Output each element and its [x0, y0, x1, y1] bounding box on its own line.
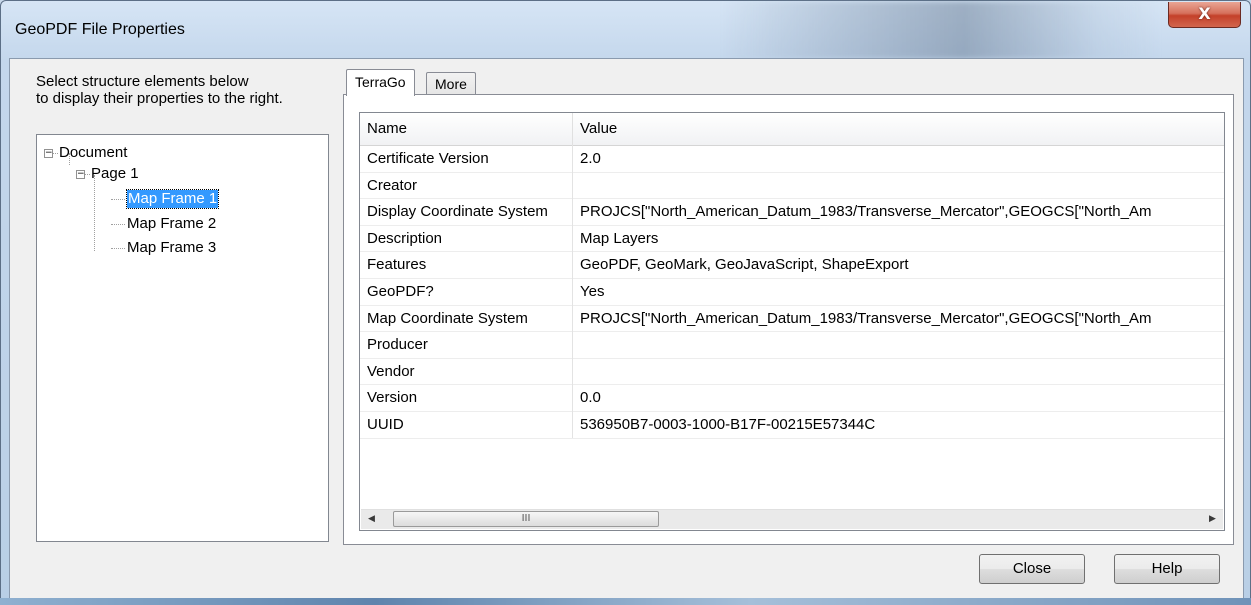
property-value: 536950B7-0003-1000-B17F-00215E57344C [580, 416, 876, 433]
tree-node-page-1[interactable]: Page 1 [91, 165, 139, 183]
property-row[interactable]: Features GeoPDF, GeoMark, GeoJavaScript, … [360, 251, 1224, 279]
window-title: GeoPDF File Properties [15, 21, 185, 38]
column-header-value[interactable]: Value [573, 113, 1224, 145]
tree-node-map-frame-1[interactable]: Map Frame 1 [125, 189, 220, 209]
property-name: Version [360, 384, 573, 412]
property-value: 0.0 [580, 389, 601, 407]
instructions-text: Select structure elements below to displ… [36, 73, 283, 107]
titlebar-glass-decoration [721, 1, 1161, 59]
tree-connector [111, 224, 125, 225]
property-value: 2.0 [580, 150, 601, 167]
property-name: Producer [360, 331, 573, 359]
help-button[interactable]: Help [1114, 554, 1220, 584]
property-name: Creator [360, 171, 573, 199]
scroll-right-icon[interactable]: ▶ [1204, 510, 1221, 529]
collapse-icon[interactable]: − [44, 149, 53, 158]
property-value [573, 358, 1224, 385]
property-value [573, 331, 1224, 358]
column-header-name[interactable]: Name [360, 113, 572, 145]
property-row[interactable]: Producer [360, 331, 1224, 359]
tree-connector [69, 153, 70, 165]
title-bar[interactable]: GeoPDF File Properties X [1, 1, 1250, 59]
property-name: Certificate Version [360, 145, 573, 172]
scroll-left-icon[interactable]: ◀ [363, 510, 380, 529]
property-row[interactable]: GeoPDF? Yes [360, 278, 1224, 305]
tree-connector [111, 199, 125, 200]
properties-grid[interactable]: Name Value Certificate Version 2.0 Creator… [359, 112, 1225, 531]
collapse-icon[interactable]: − [76, 170, 85, 179]
property-value: Map Layers [580, 229, 659, 247]
property-row[interactable]: Description Map Layers [360, 224, 1224, 252]
tree-connector [94, 175, 95, 251]
tree-node-map-frame-2[interactable]: Map Frame 2 [127, 215, 216, 233]
tree-node-map-frame-3[interactable]: Map Frame 3 [127, 239, 216, 257]
window-close-icon[interactable]: X [1168, 2, 1241, 28]
row-divider [360, 437, 1224, 439]
property-value: GeoPDF, GeoMark, GeoJavaScript, ShapeExp… [580, 256, 909, 274]
dialog-window: GeoPDF File Properties X Select structur… [0, 0, 1251, 605]
horizontal-scrollbar[interactable]: ◀ III ▶ [361, 509, 1223, 529]
property-row[interactable]: Vendor [360, 357, 1224, 385]
property-value: PROJCS["North_American_Datum_1983/Transv… [580, 309, 1152, 327]
property-row[interactable]: Map Coordinate System PROJCS["North_Ameri… [360, 304, 1224, 332]
property-row[interactable]: Certificate Version 2.0 [360, 145, 1224, 172]
property-row[interactable]: Version 0.0 [360, 384, 1224, 412]
grid-header: Name Value [360, 113, 1224, 146]
tree-connector [111, 248, 125, 249]
scrollbar-thumb[interactable]: III [393, 511, 659, 527]
property-name: Display Coordinate System [360, 198, 573, 226]
tree-connector [85, 174, 90, 175]
property-row[interactable]: Display Coordinate System PROJCS["North_A… [360, 198, 1224, 226]
property-row[interactable]: UUID 536950B7-0003-1000-B17F-00215E57344C [360, 411, 1224, 438]
tree-connector [53, 153, 58, 154]
property-name: GeoPDF? [360, 278, 573, 305]
property-name: Vendor [360, 357, 573, 385]
structure-tree[interactable]: − Document − Page 1 Map Frame 1 Map Frame 2 Ma… [36, 134, 329, 542]
taskbar-strip [0, 598, 1251, 605]
tab-terrago[interactable]: TerraGo [346, 69, 415, 96]
property-value: PROJCS["North_American_Datum_1983/Transv… [580, 203, 1152, 221]
close-button[interactable]: Close [979, 554, 1085, 584]
property-value [573, 172, 1224, 199]
property-name: UUID [360, 411, 573, 438]
property-name: Map Coordinate System [360, 304, 573, 332]
dialog-client-area: Select structure elements below to displ… [9, 58, 1244, 599]
property-value: Yes [580, 283, 605, 300]
property-name: Features [360, 251, 573, 279]
property-row[interactable]: Creator [360, 171, 1224, 199]
property-name: Description [360, 224, 573, 252]
